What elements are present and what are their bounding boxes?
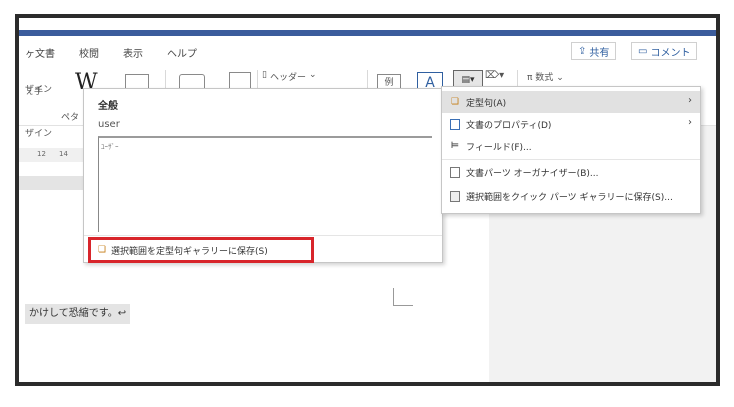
- menu-item-field[interactable]: ⊨ フィールド(F)...: [442, 135, 700, 157]
- ribbon-tabs: ヶ文書 校閲 表示 ヘルプ: [19, 40, 211, 64]
- save-selection-label: 選択範囲を定型句ギャラリーに保存(S): [111, 246, 268, 257]
- quick-parts-icon: ❏: [450, 96, 460, 107]
- header-button[interactable]: ▯ ヘッダー ⌄: [262, 70, 317, 83]
- menu-item-autotext[interactable]: ❏ 定型句(A) ›: [442, 91, 700, 113]
- gallery-category-label: 全般: [98, 101, 118, 112]
- gallery-preview-text: ﾕｰｻﾞｰ: [101, 143, 119, 151]
- word-window: ヶ文書 校閲 表示 ヘルプ ⇪ 共有 ▭ コメント ぇ手 W ▯ ヘッダー ⌄ …: [15, 14, 720, 386]
- menu-item-document-properties[interactable]: 文書のプロパティ(D) ›: [442, 113, 700, 135]
- save-selection-icon: [450, 190, 460, 202]
- ruler-tick: 12: [37, 150, 46, 158]
- tab-review[interactable]: 校閲: [79, 45, 99, 60]
- header-icon: ▯: [262, 70, 267, 80]
- autotext-gallery: 全般 user ﾕｰｻﾞｰ ❏ 選択範囲を定型句ギャラリーに保存(S): [83, 88, 443, 263]
- quick-parts-icon: ❏: [97, 244, 107, 255]
- ribbon-design-fragment-2: ザイン: [25, 129, 53, 139]
- share-button[interactable]: ⇪ 共有: [571, 42, 617, 60]
- gallery-entry-preview[interactable]: ﾕｰｻﾞｰ: [98, 136, 432, 232]
- document-body-text[interactable]: かけして恐縮です。↩: [25, 304, 131, 324]
- tab-view[interactable]: 表示: [123, 45, 143, 60]
- ribbon-design-fragment: ザイン: [25, 85, 53, 95]
- pi-icon: π: [527, 73, 533, 83]
- equation-button[interactable]: π 数式 ⌄: [527, 70, 564, 83]
- document-properties-icon: [450, 118, 460, 130]
- menu-item-label: 文書パーツ オーガナイザー(B)...: [466, 168, 599, 179]
- chevron-right-icon: ›: [688, 117, 692, 128]
- signature-line-icon[interactable]: ⌦▾: [485, 70, 504, 81]
- tab-mailings[interactable]: ヶ文書: [25, 45, 55, 60]
- comment-button-label: コメント: [650, 47, 691, 59]
- header-label: ヘッダー: [269, 73, 306, 83]
- chevron-down-icon: ⌄: [556, 73, 564, 83]
- save-selection-to-autotext-button[interactable]: ❏ 選択範囲を定型句ギャラリーに保存(S): [88, 237, 314, 263]
- gallery-entry-name[interactable]: user: [98, 119, 120, 130]
- menu-item-label: 選択範囲をクイック パーツ ギャラリーに保存(S)...: [466, 192, 673, 203]
- tab-help[interactable]: ヘルプ: [167, 45, 197, 60]
- quick-parts-icon: ▤▾: [461, 75, 475, 85]
- ribbon-peta-fragment: ペタ: [61, 113, 80, 123]
- title-bar-accent: [19, 30, 716, 36]
- margin-corner-mark: [393, 288, 413, 306]
- comment-button[interactable]: ▭ コメント: [631, 42, 698, 60]
- share-icon: ⇪: [578, 45, 587, 57]
- ruler-tick: 14: [59, 150, 68, 158]
- menu-item-label: 文書のプロパティ(D): [466, 120, 552, 131]
- menu-item-label: フィールド(F)...: [466, 142, 532, 153]
- equation-label: 数式: [535, 73, 554, 83]
- menu-item-save-to-gallery[interactable]: 選択範囲をクイック パーツ ギャラリーに保存(S)...: [442, 185, 700, 207]
- menu-divider: [442, 159, 700, 160]
- menu-item-building-blocks-organizer[interactable]: 文書パーツ オーガナイザー(B)...: [442, 161, 700, 183]
- comment-icon: ▭: [638, 45, 648, 57]
- share-button-label: 共有: [589, 47, 610, 59]
- gallery-divider: [84, 235, 442, 236]
- menu-item-label: 定型句(A): [466, 98, 507, 109]
- chevron-right-icon: ›: [688, 95, 692, 106]
- quick-parts-menu: ❏ 定型句(A) › 文書のプロパティ(D) › ⊨ フィールド(F)... 文…: [441, 86, 701, 214]
- field-icon: ⊨: [450, 140, 460, 151]
- chevron-down-icon: ⌄: [308, 70, 317, 80]
- building-blocks-icon: [450, 166, 460, 178]
